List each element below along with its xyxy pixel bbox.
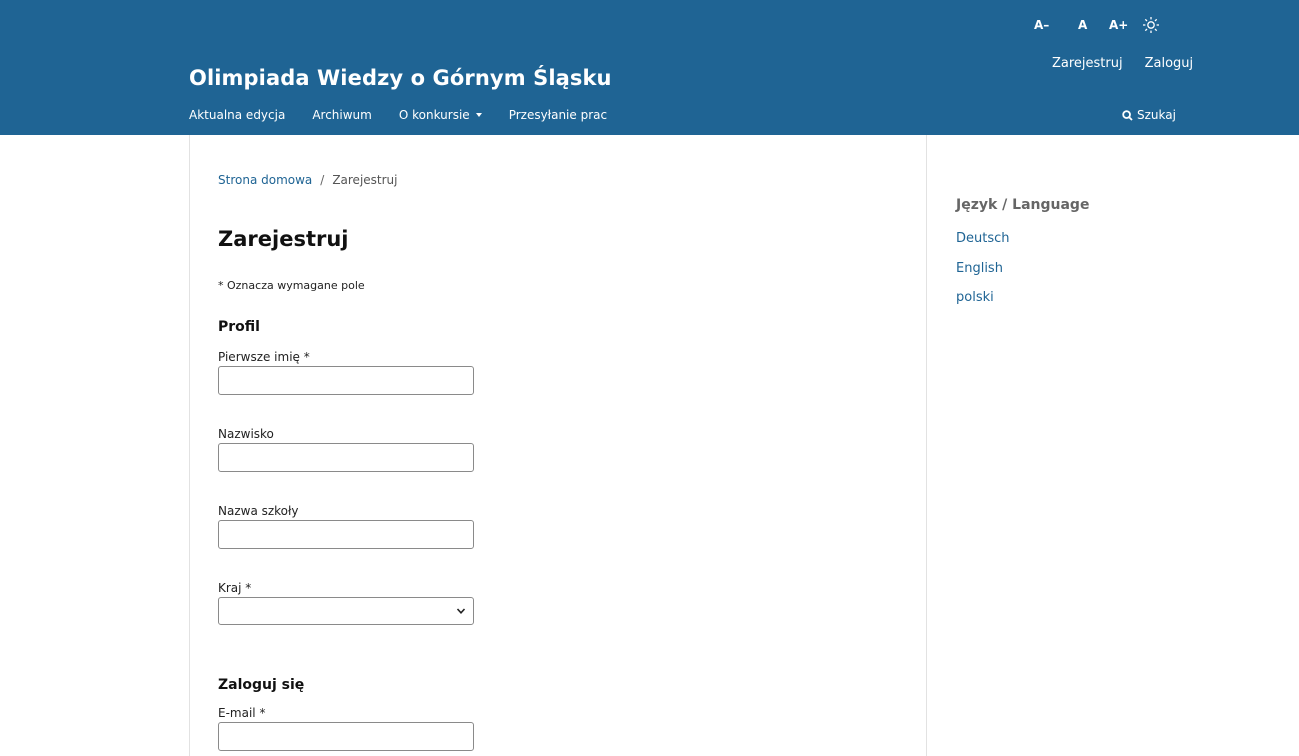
login-section-title: Zaloguj się xyxy=(218,677,305,693)
page-title: Zarejestruj xyxy=(218,227,349,251)
profile-section-title: Profil xyxy=(218,319,260,335)
school-input[interactable] xyxy=(218,520,474,549)
nav-item-label: O konkursie xyxy=(398,108,470,122)
font-increase-button[interactable]: A+ xyxy=(1109,18,1142,32)
last-name-input[interactable] xyxy=(218,443,474,472)
breadcrumb-current: Zarejestruj xyxy=(332,173,398,187)
breadcrumb-separator: / xyxy=(320,173,325,187)
user-nav: Zarejestruj Zaloguj xyxy=(1052,56,1193,71)
language-link-polski[interactable]: polski xyxy=(956,290,994,305)
search-icon xyxy=(1122,109,1133,121)
search-link[interactable]: Szukaj xyxy=(1122,108,1176,122)
register-link[interactable]: Zarejestruj xyxy=(1052,56,1123,71)
required-note: * Oznacza wymagane pole xyxy=(218,279,365,292)
site-title[interactable]: Olimpiada Wiedzy o Górnym Śląsku xyxy=(189,66,612,90)
login-link[interactable]: Zaloguj xyxy=(1145,56,1194,71)
caret-down-icon xyxy=(475,113,482,117)
breadcrumb-home-link[interactable]: Strona domowa xyxy=(218,173,312,187)
last-name-label: Nazwisko xyxy=(218,427,274,441)
primary-nav: Aktualna edycja Archiwum O konkursie Prz… xyxy=(189,108,634,122)
sun-icon[interactable] xyxy=(1142,16,1160,34)
language-link-english[interactable]: English xyxy=(956,261,1003,276)
country-label: Kraj * xyxy=(218,581,252,595)
country-select[interactable] xyxy=(218,597,474,625)
nav-item-submissions[interactable]: Przesyłanie prac xyxy=(509,108,607,122)
email-input[interactable] xyxy=(218,722,474,751)
main-content: Strona domowa / Zarejestruj Zarejestruj * … xyxy=(189,135,927,756)
nav-item-label: Przesyłanie prac xyxy=(508,108,608,122)
breadcrumb: Strona domowa / Zarejestruj xyxy=(218,173,398,187)
first-name-input[interactable] xyxy=(218,366,474,395)
nav-item-about[interactable]: O konkursie xyxy=(399,108,482,122)
nav-item-archive[interactable]: Archiwum xyxy=(312,108,372,122)
email-label: E-mail * xyxy=(218,706,266,720)
nav-item-current-edition[interactable]: Aktualna edycja xyxy=(189,108,285,122)
first-name-label: Pierwsze imię * xyxy=(218,350,310,364)
language-block-title: Język / Language xyxy=(956,197,1090,213)
site-header: A– A A+ Zarejestruj Zaloguj Olimpiada Wi… xyxy=(0,0,1299,135)
language-link-deutsch[interactable]: Deutsch xyxy=(956,231,1010,246)
font-decrease-button[interactable]: A– xyxy=(1034,18,1078,32)
font-size-controls: A– A A+ xyxy=(1034,16,1160,34)
font-normal-button[interactable]: A xyxy=(1078,18,1109,32)
chevron-down-icon xyxy=(456,608,466,614)
nav-item-label: Archiwum xyxy=(312,108,372,122)
school-label: Nazwa szkoły xyxy=(218,504,299,518)
search-label: Szukaj xyxy=(1137,108,1176,122)
nav-item-label: Aktualna edycja xyxy=(189,108,286,122)
